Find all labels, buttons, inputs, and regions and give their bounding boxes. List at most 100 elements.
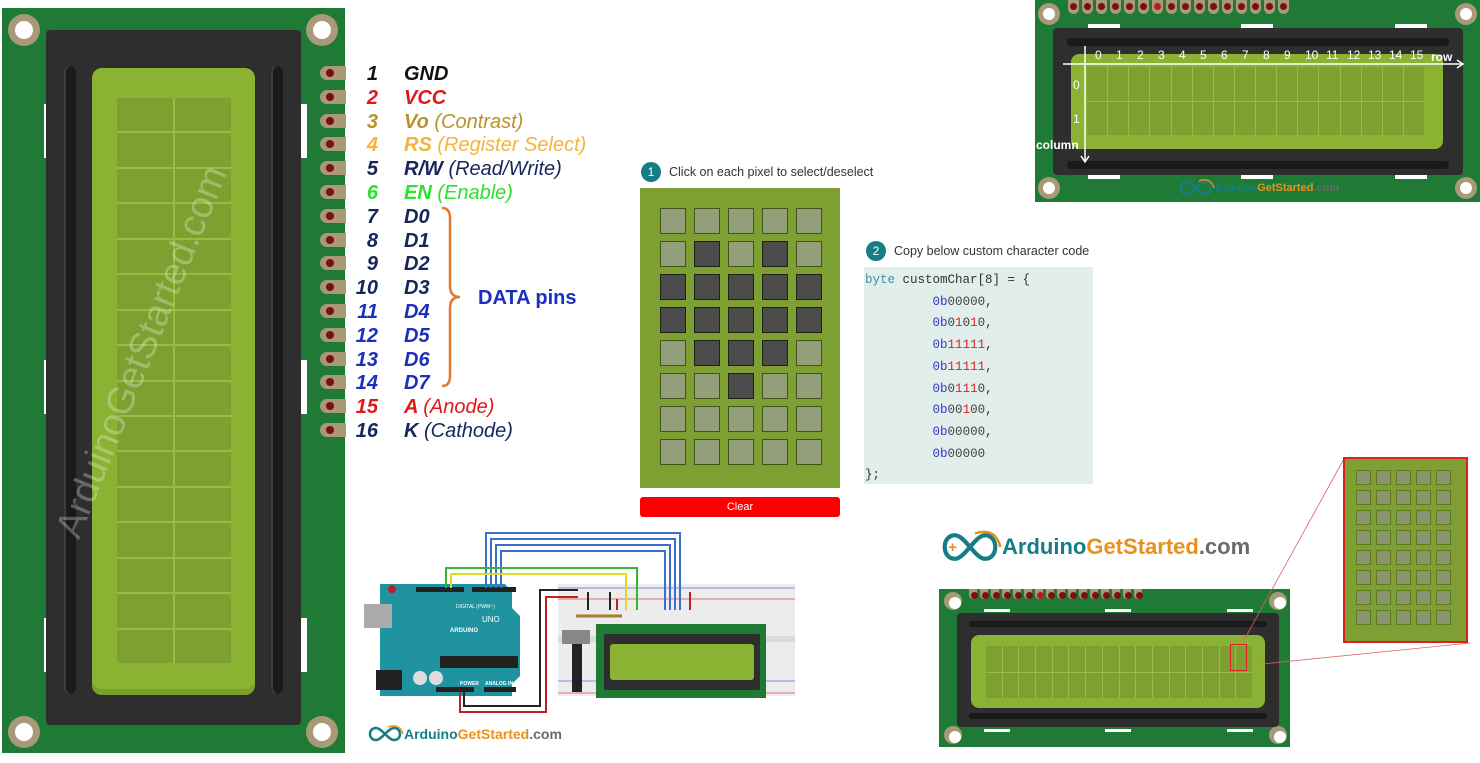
pixel-toggle[interactable] xyxy=(762,241,788,267)
uno-label: UNO xyxy=(482,615,500,624)
header-pin xyxy=(320,304,346,318)
infinity-logo-icon xyxy=(1179,179,1215,196)
pixel-toggle[interactable] xyxy=(762,274,788,300)
pixel-toggle[interactable] xyxy=(762,373,788,399)
pin-number: 4 xyxy=(366,134,378,157)
zoomed-pixel xyxy=(1376,570,1391,585)
zoomed-pixel xyxy=(1436,490,1451,505)
pixel-toggle[interactable] xyxy=(660,241,686,267)
column-index: 0 xyxy=(1095,48,1102,62)
pixel-toggle[interactable] xyxy=(694,307,720,333)
pixel-toggle[interactable] xyxy=(762,340,788,366)
pin-label-row: 2 VCC xyxy=(352,86,446,111)
pixel-toggle[interactable] xyxy=(694,373,720,399)
lcd-cell xyxy=(1069,646,1086,672)
pixel-toggle[interactable] xyxy=(694,340,720,366)
header-pin xyxy=(1090,589,1099,599)
binary-prefix: 0b xyxy=(932,403,948,418)
pixel-toggle[interactable] xyxy=(728,439,754,465)
pixel-toggle[interactable] xyxy=(796,406,822,432)
pin-number: 11 xyxy=(357,301,378,323)
column-index: 10 xyxy=(1305,48,1319,62)
pixel-toggle[interactable] xyxy=(728,307,754,333)
zoomed-pixel xyxy=(1436,510,1451,525)
column-index: 9 xyxy=(1284,48,1291,62)
pixel-toggle[interactable] xyxy=(796,274,822,300)
bezel-tab xyxy=(1105,729,1131,732)
lcd-cell xyxy=(1019,672,1036,698)
zoomed-pixel xyxy=(1436,570,1451,585)
pixel-toggle[interactable] xyxy=(796,307,822,333)
pin-number: 2 xyxy=(366,86,378,109)
digital-label: DIGITAL (PWM~) xyxy=(456,604,495,610)
lcd-cell xyxy=(1036,672,1052,698)
pixel-toggle[interactable] xyxy=(728,373,754,399)
step-1-label: Click on each pixel to select/deselect xyxy=(669,165,874,179)
pixel-toggle[interactable] xyxy=(796,373,822,399)
pin-name: D3 xyxy=(404,277,430,300)
lcd-cell xyxy=(1136,646,1152,672)
code-line: 0b01010, xyxy=(932,316,993,331)
pixel-toggle[interactable] xyxy=(660,406,686,432)
pin-signal: GND xyxy=(404,63,449,85)
lcd-cell xyxy=(1002,646,1019,672)
zoomed-pixel xyxy=(1376,590,1391,605)
row-index: 1 xyxy=(1073,112,1080,126)
pin-name: A (Anode) xyxy=(404,396,494,419)
lcd-character-grid xyxy=(986,646,1252,698)
pixel-toggle[interactable] xyxy=(660,307,686,333)
pixel-toggle[interactable] xyxy=(728,208,754,234)
pixel-toggle[interactable] xyxy=(694,439,720,465)
clear-button[interactable]: Clear xyxy=(640,497,840,517)
lcd-cell xyxy=(1019,646,1036,672)
pixel-toggle[interactable] xyxy=(796,340,822,366)
pixel-toggle[interactable] xyxy=(728,406,754,432)
pixel-toggle[interactable] xyxy=(694,241,720,267)
pixel-toggle[interactable] xyxy=(796,439,822,465)
pixel-toggle[interactable] xyxy=(762,307,788,333)
pixel-toggle[interactable] xyxy=(694,406,720,432)
code-block[interactable]: byte customChar[8] = { 0b00000, 0b01010,… xyxy=(864,267,1093,484)
column-index: 8 xyxy=(1263,48,1270,62)
pin-description: (Anode) xyxy=(423,396,495,419)
code-line: 0b11111, xyxy=(932,338,993,353)
pixel-toggle[interactable] xyxy=(660,340,686,366)
pixel-toggle[interactable] xyxy=(728,241,754,267)
pin-name: K (Cathode) xyxy=(404,420,513,443)
bezel-slot xyxy=(271,66,283,694)
pixel-toggle[interactable] xyxy=(762,208,788,234)
pixel-toggle[interactable] xyxy=(660,274,686,300)
pin-name: RS (Register Select) xyxy=(404,134,586,157)
zoomed-pixel xyxy=(1416,610,1431,625)
usb-port xyxy=(364,604,392,628)
zoomed-pixel xyxy=(1416,530,1431,545)
lcd-cell xyxy=(175,381,231,415)
pixel-toggle[interactable] xyxy=(796,208,822,234)
pin-label-row: 6 EN (Enable) xyxy=(352,182,513,206)
zoomed-pixel xyxy=(1376,530,1391,545)
pixel-toggle[interactable] xyxy=(796,241,822,267)
header-pin xyxy=(320,327,346,342)
bezel-tab xyxy=(1105,609,1131,612)
pin-number: 8 xyxy=(366,229,378,252)
pixel-toggle[interactable] xyxy=(762,439,788,465)
pixel-toggle[interactable] xyxy=(694,208,720,234)
header-pin xyxy=(969,589,978,599)
pin-number: 16 xyxy=(355,420,378,442)
pin-label-row: 15 A (Anode) xyxy=(352,396,495,420)
brand-logo: Arduino Get Started .com xyxy=(366,723,562,745)
pixel-toggle[interactable] xyxy=(660,208,686,234)
pixel-toggle[interactable] xyxy=(694,274,720,300)
zoomed-pixel xyxy=(1356,510,1371,525)
header-pin xyxy=(320,280,346,295)
pin-name: GND xyxy=(404,63,448,86)
pixel-toggle[interactable] xyxy=(660,373,686,399)
zoomed-pixel xyxy=(1356,610,1371,625)
pixel-toggle[interactable] xyxy=(660,439,686,465)
pixel-toggle[interactable] xyxy=(728,340,754,366)
pin-name: VCC xyxy=(404,87,446,110)
pixel-toggle[interactable] xyxy=(728,274,754,300)
header-pin xyxy=(1035,589,1044,599)
pixel-toggle[interactable] xyxy=(762,406,788,432)
pin-signal: R/W xyxy=(404,158,443,181)
